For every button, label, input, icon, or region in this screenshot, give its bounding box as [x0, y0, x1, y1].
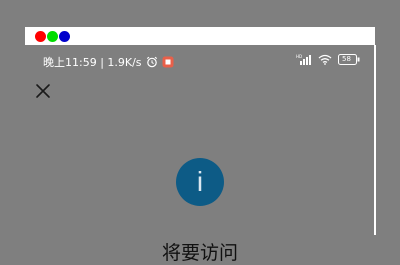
info-glyph: i	[196, 166, 204, 197]
status-left: 晚上11:59 | 1.9K/s	[43, 54, 174, 70]
window-border	[374, 45, 376, 235]
battery-level: 58	[342, 55, 351, 63]
window-titlebar	[25, 27, 375, 45]
info-icon: i	[176, 158, 224, 206]
close-window-dot-icon[interactable]	[35, 31, 46, 42]
svg-text:HD: HD	[296, 54, 302, 59]
close-icon[interactable]	[34, 82, 52, 100]
wifi-icon	[318, 54, 332, 65]
maximize-window-dot-icon[interactable]	[47, 31, 58, 42]
status-time-speed: 晚上11:59 | 1.9K/s	[43, 56, 142, 69]
status-right: HD 58	[296, 54, 360, 65]
dialog-title: 将要访问	[161, 242, 238, 264]
alarm-icon	[146, 56, 158, 68]
status-bar: 晚上11:59 | 1.9K/s HD 58	[25, 50, 360, 70]
signal-icon: HD	[296, 54, 312, 65]
battery-icon: 58	[338, 54, 360, 65]
minimize-window-dot-icon[interactable]	[59, 31, 70, 42]
screen-record-icon	[162, 56, 174, 68]
